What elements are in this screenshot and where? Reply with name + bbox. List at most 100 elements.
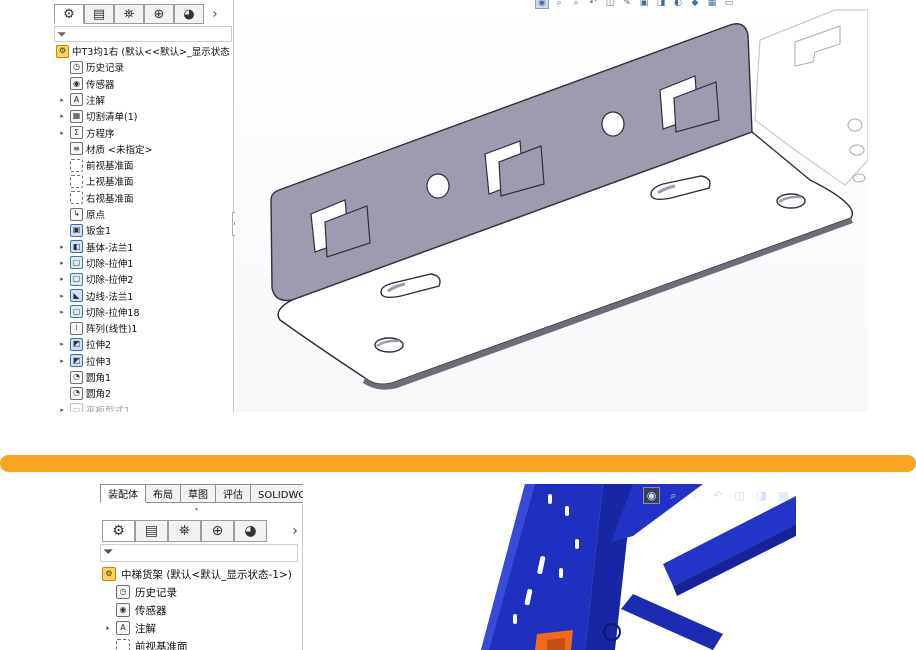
tree-item[interactable]: 前视基准面 (116, 637, 188, 650)
display-style-icon[interactable]: ◨ (654, 0, 668, 9)
expand-arrow-icon[interactable]: ▸ (58, 129, 66, 137)
expand-arrow-icon[interactable]: ▸ (58, 259, 66, 267)
section-view-icon[interactable]: ◫ (603, 0, 617, 9)
command-tab[interactable]: 布局 (146, 484, 181, 503)
feature-manager-tab[interactable]: ⚙ (54, 4, 84, 24)
expand-arrow-icon[interactable]: ▸ (104, 624, 112, 632)
tree-item[interactable]: ◷ 历史记录 (116, 583, 177, 601)
tree-item[interactable]: ▸ ◩ 拉伸2 (60, 336, 111, 352)
display-style-icon[interactable]: ◨ (753, 487, 770, 504)
graphics-area-bottom[interactable]: ◉ ⌕ ⌕ ↶ ◫ ◨ ▦ (303, 484, 796, 650)
fillet-icon: ◔ (70, 370, 83, 384)
apply-scene-icon[interactable]: ▦ (775, 487, 792, 504)
zoom-area-icon[interactable]: ⌕ (687, 487, 704, 504)
tree-item[interactable]: ▸ ◧ 基体-法兰1 (60, 239, 133, 255)
cut-extrude-icon: ▢ (70, 305, 83, 319)
annotation-icon: A (116, 621, 130, 635)
tree-item[interactable]: ◔ 圆角1 (70, 369, 111, 385)
display-manager-icon: ◕ (183, 6, 195, 22)
flat-pattern-icon: ▭ (70, 403, 83, 412)
configuration-manager-tab[interactable]: ⛯ (168, 520, 201, 542)
tree-item[interactable]: ▸ A 注解 (60, 92, 106, 108)
zoom-to-fit-icon[interactable]: ⌕ (665, 487, 682, 504)
heads-up-view-toolbar-bottom: ◉ ⌕ ⌕ ↶ ◫ ◨ ▦ (643, 487, 792, 504)
feature-manager-tab[interactable]: ⚙ (102, 520, 135, 542)
expand-arrow-icon[interactable]: ▸ (58, 340, 66, 348)
tree-item[interactable]: ◷ 历史记录 (70, 59, 124, 75)
tree-item-label: 注解 (86, 95, 106, 107)
tree-item[interactable]: ≡ 材质 <未指定> (70, 141, 152, 157)
equation-icon: Σ (70, 126, 83, 139)
dimxpert-tab[interactable]: ⊕ (201, 520, 234, 542)
expand-arrow-icon[interactable]: ▸ (58, 243, 66, 251)
plane-icon (70, 158, 83, 172)
previous-view-icon[interactable]: ↶ (586, 0, 600, 9)
graphics-area[interactable]: ◉ ⌕ ⌕ ↶ ◫ ✎ ▣ ◨ ◐ ◆ ▦ ▭ (235, 0, 868, 412)
tree-item[interactable]: 右视基准面 (70, 190, 134, 206)
command-tab[interactable]: 评估 (216, 484, 251, 503)
zoom-to-fit-icon[interactable]: ⌕ (552, 0, 566, 9)
display-manager-tab[interactable]: ◕ (234, 520, 267, 542)
tree-filter-input-bottom[interactable]: ⏷ (100, 544, 298, 562)
tree-item[interactable]: ◔ 圆角2 (70, 385, 111, 401)
previous-view-icon[interactable]: ↶ (709, 487, 726, 504)
tree-item[interactable]: ▸ ▦ 切割清单(1) (60, 108, 137, 124)
panel-tab-bar-bottom: ⚙ ▤ ⛯ ⊕ ◕ › (102, 520, 302, 542)
tree-item[interactable]: ▣ 钣金1 (70, 222, 111, 238)
command-tab[interactable]: 装配体 (100, 484, 146, 503)
expand-arrow-icon[interactable]: ▸ (58, 275, 66, 283)
tree-item-label: 传感器 (86, 79, 115, 91)
expand-arrow-icon[interactable]: ▸ (58, 308, 66, 316)
edge-flange-icon: ◣ (70, 289, 83, 302)
apply-scene-icon[interactable]: ▦ (705, 0, 719, 9)
dimxpert-tab[interactable]: ⊕ (144, 4, 174, 24)
expand-arrow-icon[interactable]: ▸ (58, 96, 66, 104)
tree-item[interactable]: 前视基准面 (70, 157, 134, 173)
tree-item-label: 边线-法兰1 (86, 291, 134, 303)
dimxpert-icon: ⊕ (153, 6, 165, 22)
tree-item-label: 拉伸3 (86, 356, 112, 368)
expand-arrow-icon[interactable]: ▸ (58, 406, 66, 412)
tree-item[interactable]: ▸ A 注解 (106, 619, 156, 637)
tree-item[interactable]: ▸ Σ 方程序 (60, 125, 115, 141)
property-manager-tab[interactable]: ▤ (84, 4, 114, 24)
tree-item[interactable]: ↳ 原点 (70, 206, 105, 222)
tree-item[interactable]: ▸ ◣ 边线-法兰1 (60, 288, 134, 304)
section-view-icon[interactable]: ◫ (731, 487, 748, 504)
tree-item-label: 历史记录 (135, 586, 177, 599)
tree-filter-input[interactable]: ⏷ (54, 26, 232, 42)
view-settings-icon[interactable]: ▭ (722, 0, 736, 9)
panel-resize-handle[interactable]: ⦁ (195, 506, 198, 514)
view-orientation-icon[interactable]: ◉ (535, 0, 549, 9)
tree-item[interactable]: ◉ 传感器 (70, 76, 115, 92)
tree-item[interactable]: ▸ ◩ 拉伸3 (60, 353, 112, 369)
tab-scroll-right-button[interactable]: › (285, 520, 302, 542)
expand-arrow-icon[interactable]: ▸ (58, 357, 66, 365)
tree-item[interactable]: ▸ ▢ 切除-拉伸2 (60, 271, 133, 287)
hide-show-icon[interactable]: ◐ (671, 0, 685, 9)
command-tab[interactable]: 草图 (181, 484, 216, 503)
edit-appearance-icon[interactable]: ◆ (688, 0, 702, 9)
expand-arrow-icon[interactable]: ▸ (58, 112, 66, 120)
tab-scroll-right-button[interactable]: › (204, 4, 226, 24)
view-orientation-menu-icon[interactable]: ▣ (637, 0, 651, 9)
feature-manager-icon: ⚙ (112, 523, 125, 539)
tree-item[interactable]: ⚙ 中T3均1右 (默认<<默认>_显示状态 1>) (56, 43, 233, 59)
tree-item[interactable]: ▸ ▢ 切除-拉伸18 (60, 304, 140, 320)
expand-arrow-icon[interactable]: ▸ (58, 292, 66, 300)
tree-item[interactable]: ▸ ▭ 平板型式1 (60, 402, 130, 412)
property-manager-icon: ▤ (144, 523, 159, 539)
dynamic-annotation-icon[interactable]: ✎ (620, 0, 634, 9)
property-manager-tab[interactable]: ▤ (135, 520, 168, 542)
view-orientation-icon[interactable]: ◉ (643, 487, 660, 504)
configuration-manager-tab[interactable]: ⛯ (114, 4, 144, 24)
tree-item[interactable]: ⁞ 阵列(线性)1 (70, 320, 137, 336)
tree-item[interactable]: ▸ ▢ 切除-拉伸1 (60, 255, 133, 271)
tree-item[interactable]: ◉ 传感器 (116, 601, 167, 619)
plane-icon (70, 191, 83, 205)
tree-item[interactable]: 上视基准面 (70, 173, 134, 189)
zoom-area-icon[interactable]: ⌕ (569, 0, 583, 9)
display-manager-tab[interactable]: ◕ (174, 4, 204, 24)
property-manager-icon: ▤ (92, 6, 106, 22)
tree-item[interactable]: ⚙ 中梯货架 (默认<默认_显示状态-1>) (102, 565, 292, 583)
